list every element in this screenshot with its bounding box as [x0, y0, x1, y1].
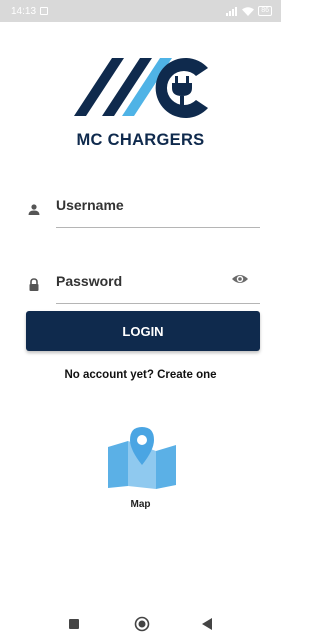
battery-icon: 86	[258, 6, 272, 16]
map-icon[interactable]	[105, 425, 179, 489]
back-icon[interactable]	[201, 617, 213, 631]
create-account-link[interactable]: No account yet? Create one	[0, 369, 281, 381]
lock-icon	[29, 278, 39, 291]
map-label: Map	[130, 499, 151, 510]
status-bar: 14:13 86	[0, 0, 281, 22]
stop-icon[interactable]	[68, 618, 80, 630]
user-icon	[28, 204, 40, 215]
password-underline	[56, 303, 260, 304]
mc-chargers-logo-icon	[74, 58, 208, 118]
username-label[interactable]: Username	[56, 197, 124, 213]
status-time: 14:13	[11, 5, 37, 17]
brand-name: MC CHARGERS	[76, 131, 205, 149]
wifi-icon	[242, 6, 255, 16]
home-icon[interactable]	[134, 616, 150, 632]
login-button[interactable]: LOGIN	[26, 311, 260, 351]
signal-icon	[226, 6, 238, 16]
status-left: 14:13	[11, 5, 49, 17]
notification-icon	[40, 7, 49, 15]
status-right: 86	[226, 6, 272, 16]
username-underline	[56, 227, 260, 228]
eye-icon[interactable]	[231, 272, 249, 286]
system-nav-bar	[0, 610, 281, 637]
password-label[interactable]: Password	[56, 273, 122, 289]
